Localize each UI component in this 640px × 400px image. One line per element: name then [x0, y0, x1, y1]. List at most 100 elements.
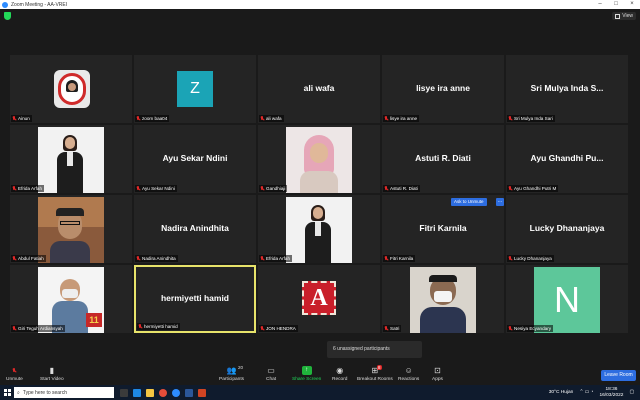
- participant-name-label: Satri: [383, 325, 402, 332]
- participants-label: Participants: [219, 377, 245, 382]
- participant-tile[interactable]: Satri: [382, 265, 504, 333]
- participant-tile[interactable]: lisye ira anne lisye ira anne: [382, 55, 504, 123]
- security-shield-icon[interactable]: [4, 12, 11, 20]
- participant-photo: [54, 70, 90, 108]
- participant-tile[interactable]: Ayu Ghandhi Pu... Ayu Ghandhi Putri M: [506, 125, 628, 193]
- muted-mic-icon: [508, 116, 512, 121]
- apps-label: Apps: [432, 377, 443, 382]
- apps-icon: ⊡: [434, 366, 441, 375]
- minimize-button[interactable]: –: [592, 0, 608, 9]
- maximize-button[interactable]: □: [608, 0, 624, 9]
- chat-icon: ▭: [267, 366, 275, 375]
- participant-display-name: Astuti R. Diati: [415, 153, 471, 163]
- participant-name-label: Nadira Anindhita: [135, 255, 178, 262]
- view-button[interactable]: View: [612, 12, 636, 20]
- apps-button[interactable]: ⊡ Apps: [432, 366, 443, 382]
- muted-mic-icon: [384, 116, 388, 121]
- reactions-label: Reactions: [398, 377, 420, 382]
- letter-avatar: N: [534, 267, 600, 333]
- participant-tile[interactable]: Efrida Arfah: [258, 195, 380, 263]
- chat-button[interactable]: ▭ Chat: [266, 366, 276, 382]
- participant-tile[interactable]: 11 Giri Teguh Ardiansyah: [10, 265, 132, 333]
- start-button[interactable]: [0, 385, 14, 400]
- participant-tile[interactable]: Ayu Sekar Ndini Ayu Sekar Ndini: [134, 125, 256, 193]
- participant-name-label: Efrida Arfah: [259, 255, 293, 262]
- muted-mic-icon: [138, 324, 142, 329]
- task-view-icon[interactable]: [120, 388, 128, 397]
- unassigned-participants-notice[interactable]: 6 unassigned participants: [327, 341, 422, 358]
- muted-mic-icon: [508, 186, 512, 191]
- title-bar: Zoom Meeting - AA-VREI – □ ×: [0, 0, 640, 9]
- unmute-button[interactable]: Unmute: [6, 366, 23, 382]
- clock[interactable]: 18:36 16/03/2022: [599, 387, 623, 398]
- participant-tile[interactable]: Astuti R. Diati Astuti R. Diati: [382, 125, 504, 193]
- weather-widget[interactable]: 30°C Hujan: [549, 390, 574, 395]
- participant-video: [286, 197, 352, 263]
- participant-tile-active-speaker[interactable]: hermiyetti hamid hermiyetti hamid: [134, 265, 256, 333]
- participant-tile[interactable]: Ainun: [10, 55, 132, 123]
- participant-video: [410, 267, 476, 333]
- participant-tile[interactable]: Z zoom baa04: [134, 55, 256, 123]
- participant-tile[interactable]: N Nesiya Ecyandary: [506, 265, 628, 333]
- more-options-button[interactable]: ...: [496, 198, 504, 206]
- participant-name-label: Efrida Arfah: [11, 185, 45, 192]
- participant-tile[interactable]: Efrida Arfah: [10, 125, 132, 193]
- participant-tile[interactable]: Gandhiaji: [258, 125, 380, 193]
- powerpoint-icon[interactable]: [198, 388, 206, 397]
- notifications-icon[interactable]: ▢: [629, 390, 634, 395]
- participant-video: 11: [38, 267, 104, 333]
- view-button-label: View: [622, 13, 633, 19]
- chrome-icon[interactable]: [159, 388, 167, 397]
- participant-name-label: Lucky Dhananjaya: [507, 255, 554, 262]
- reactions-icon: ☺: [404, 366, 413, 375]
- ask-to-unmute-button[interactable]: Ask to Unmute: [451, 198, 487, 206]
- participant-name-label: Fitri Karnila: [383, 255, 416, 262]
- participant-tile[interactable]: A JON HENDRA: [258, 265, 380, 333]
- breakout-rooms-button[interactable]: ⊞ 8 Breakout Rooms: [357, 365, 393, 382]
- participant-display-name: Sri Mulya Inda S...: [530, 83, 604, 93]
- edge-icon[interactable]: [133, 388, 141, 397]
- share-screen-button[interactable]: ↑ Share Screen: [292, 366, 321, 382]
- participant-tile[interactable]: Sri Mulya Inda S... Sri Mulya Inda Sari: [506, 55, 628, 123]
- word-icon[interactable]: [185, 388, 193, 397]
- muted-mic-icon: [12, 326, 16, 331]
- record-button[interactable]: ◉ Record: [332, 366, 347, 382]
- zoom-app-icon[interactable]: [172, 388, 180, 397]
- taskbar-search[interactable]: ⌕ Type here to search: [14, 387, 114, 398]
- meeting-toolbar: Unmute ▮ Start Video 👥 20 Participants ▭…: [0, 364, 640, 385]
- pinned-apps: [120, 388, 206, 397]
- participant-tile[interactable]: Lucky Dhananjaya Lucky Dhananjaya: [506, 195, 628, 263]
- participant-display-name: ali wafa: [303, 83, 335, 93]
- participant-name-label: Giri Teguh Ardiansyah: [11, 325, 65, 332]
- participant-name-label: Gandhiaji: [259, 185, 288, 192]
- file-explorer-icon[interactable]: [146, 388, 154, 397]
- participants-button[interactable]: 👥 20 Participants: [219, 365, 245, 382]
- participant-tile[interactable]: Nadira Anindhita Nadira Anindhita: [134, 195, 256, 263]
- participant-name-label: Ayu Ghandhi Putri M: [507, 185, 559, 192]
- reactions-button[interactable]: ☺ Reactions: [398, 366, 419, 382]
- participant-display-name: Lucky Dhananjaya: [529, 223, 605, 233]
- muted-mic-icon: [136, 256, 140, 261]
- close-button[interactable]: ×: [624, 0, 640, 9]
- muted-mic-icon: [384, 256, 388, 261]
- participant-name-label: Astuti R. Diati: [383, 185, 420, 192]
- window-controls: – □ ×: [592, 0, 640, 9]
- start-video-label: Start Video: [40, 377, 64, 382]
- start-video-button[interactable]: ▮ Start Video: [40, 366, 64, 382]
- participant-name-label: ali wafa: [259, 115, 284, 122]
- muted-mic-icon: [9, 366, 19, 375]
- participant-tile[interactable]: ali wafa ali wafa: [258, 55, 380, 123]
- participant-tile[interactable]: Abdul Fatiah: [10, 195, 132, 263]
- muted-mic-icon: [508, 256, 512, 261]
- breakout-badge: 8: [377, 365, 382, 370]
- participant-display-name: Fitri Karnila: [419, 223, 467, 233]
- participant-name-label: hermiyetti hamid: [137, 323, 180, 330]
- muted-mic-icon: [260, 186, 264, 191]
- tray-icons[interactable]: ⌃ ▭ ◔: [579, 390, 593, 395]
- zoom-logo-icon: [2, 1, 8, 8]
- record-icon: ◉: [336, 366, 344, 375]
- participant-name-label: Abdul Fatiah: [11, 255, 46, 262]
- participant-video: [38, 127, 104, 193]
- grid-view-icon: [615, 13, 621, 19]
- leave-room-button[interactable]: Leave Room: [601, 370, 636, 381]
